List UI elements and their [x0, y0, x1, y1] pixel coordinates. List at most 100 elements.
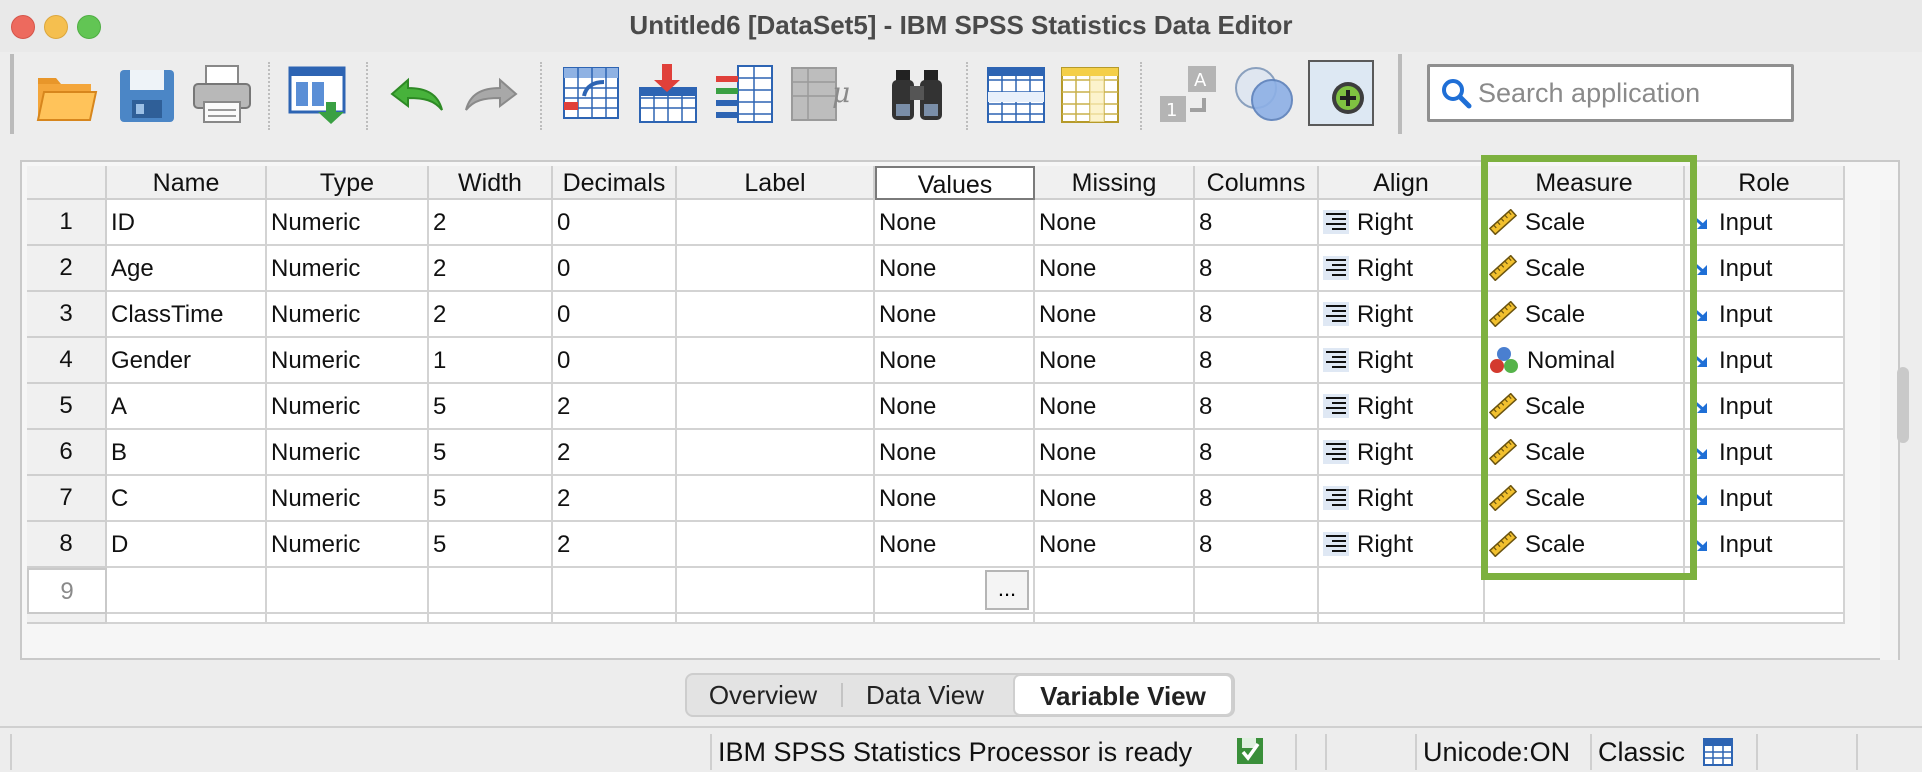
cell-name[interactable]: Gender: [107, 338, 267, 384]
cell-name[interactable]: Age: [107, 246, 267, 292]
cell-name[interactable]: B: [107, 430, 267, 476]
tab-overview[interactable]: Overview: [689, 675, 837, 715]
column-header-missing[interactable]: Missing: [1035, 166, 1195, 200]
values-ellipsis-button[interactable]: ...: [985, 570, 1029, 610]
cell-label[interactable]: [677, 292, 875, 338]
empty-cell-missing[interactable]: [1035, 568, 1195, 614]
column-header-name[interactable]: Name: [107, 166, 267, 200]
save-icon[interactable]: [116, 62, 180, 126]
row-number[interactable]: 7: [27, 476, 107, 522]
column-header-values[interactable]: Values: [875, 166, 1035, 200]
cell-align[interactable]: Right: [1319, 246, 1485, 292]
column-header-type[interactable]: Type: [267, 166, 429, 200]
search-input[interactable]: [1478, 75, 1778, 111]
cell-align[interactable]: Right: [1319, 430, 1485, 476]
row-number[interactable]: 5: [27, 384, 107, 430]
column-header-columns[interactable]: Columns: [1195, 166, 1319, 200]
cell-missing[interactable]: None: [1035, 292, 1195, 338]
cell-type[interactable]: Numeric: [267, 476, 429, 522]
column-header-decimals[interactable]: Decimals: [553, 166, 677, 200]
cell-measure[interactable]: Scale: [1485, 246, 1685, 292]
cell-values[interactable]: None: [875, 384, 1035, 430]
cell-width[interactable]: 2: [429, 200, 553, 246]
cell-width[interactable]: 5: [429, 384, 553, 430]
cell-decimals[interactable]: 0: [553, 246, 677, 292]
cell-missing[interactable]: None: [1035, 200, 1195, 246]
cell-values[interactable]: None: [875, 338, 1035, 384]
insert-cases-icon[interactable]: [984, 62, 1048, 126]
goto-case-icon[interactable]: [560, 62, 624, 126]
cell-measure[interactable]: Nominal: [1485, 338, 1685, 384]
redo-icon[interactable]: [460, 62, 524, 126]
cell-name[interactable]: ClassTime: [107, 292, 267, 338]
cell-columns[interactable]: 8: [1195, 384, 1319, 430]
cell-role[interactable]: Input: [1685, 384, 1845, 430]
cell-label[interactable]: [677, 476, 875, 522]
empty-cell-align[interactable]: [1319, 568, 1485, 614]
cell-decimals[interactable]: 2: [553, 476, 677, 522]
tab-data-view[interactable]: Data View: [845, 675, 1005, 715]
cell-type[interactable]: Numeric: [267, 200, 429, 246]
cell-decimals[interactable]: 0: [553, 200, 677, 246]
cell-decimals[interactable]: 0: [553, 338, 677, 384]
cell-decimals[interactable]: 0: [553, 292, 677, 338]
cell-columns[interactable]: 8: [1195, 246, 1319, 292]
row-number[interactable]: 3: [27, 292, 107, 338]
cell-measure[interactable]: Scale: [1485, 292, 1685, 338]
cell-role[interactable]: Input: [1685, 200, 1845, 246]
print-icon[interactable]: [190, 62, 254, 126]
cell-measure[interactable]: Scale: [1485, 522, 1685, 568]
cell-width[interactable]: 2: [429, 246, 553, 292]
cell-name[interactable]: ID: [107, 200, 267, 246]
cell-width[interactable]: 5: [429, 430, 553, 476]
column-header-align[interactable]: Align: [1319, 166, 1485, 200]
cell-values[interactable]: None: [875, 430, 1035, 476]
cell-align[interactable]: Right: [1319, 476, 1485, 522]
vertical-scrollbar-thumb[interactable]: [1897, 367, 1909, 443]
cell-width[interactable]: 5: [429, 522, 553, 568]
cell-values[interactable]: None: [875, 476, 1035, 522]
cell-values[interactable]: None: [875, 246, 1035, 292]
empty-cell-measure[interactable]: [1485, 568, 1685, 614]
cell-decimals[interactable]: 2: [553, 430, 677, 476]
empty-cell-label[interactable]: [677, 568, 875, 614]
cell-values[interactable]: None: [875, 292, 1035, 338]
cell-columns[interactable]: 8: [1195, 292, 1319, 338]
cell-measure[interactable]: Scale: [1485, 200, 1685, 246]
select-cases-icon[interactable]: [1232, 62, 1296, 126]
column-header-role[interactable]: Role: [1685, 166, 1845, 200]
open-folder-icon[interactable]: [34, 62, 98, 126]
cell-columns[interactable]: 8: [1195, 430, 1319, 476]
cell-decimals[interactable]: 2: [553, 522, 677, 568]
row-number[interactable]: 4: [27, 338, 107, 384]
cell-measure[interactable]: Scale: [1485, 476, 1685, 522]
cell-columns[interactable]: 8: [1195, 338, 1319, 384]
empty-cell-decimals[interactable]: [553, 568, 677, 614]
cell-missing[interactable]: None: [1035, 522, 1195, 568]
value-labels-button[interactable]: [1308, 60, 1374, 126]
cell-align[interactable]: Right: [1319, 522, 1485, 568]
row-number[interactable]: 1: [27, 200, 107, 246]
cell-type[interactable]: Numeric: [267, 338, 429, 384]
cell-missing[interactable]: None: [1035, 476, 1195, 522]
cell-role[interactable]: Input: [1685, 338, 1845, 384]
vertical-scrollbar-track[interactable]: [1880, 200, 1898, 660]
cell-name[interactable]: D: [107, 522, 267, 568]
cell-width[interactable]: 1: [429, 338, 553, 384]
cell-missing[interactable]: None: [1035, 338, 1195, 384]
cell-label[interactable]: [677, 338, 875, 384]
cell-width[interactable]: 2: [429, 292, 553, 338]
cell-type[interactable]: Numeric: [267, 430, 429, 476]
cell-align[interactable]: Right: [1319, 292, 1485, 338]
cell-values[interactable]: None: [875, 200, 1035, 246]
cell-columns[interactable]: 8: [1195, 200, 1319, 246]
cell-label[interactable]: [677, 246, 875, 292]
cell-role[interactable]: Input: [1685, 246, 1845, 292]
cell-values[interactable]: None: [875, 522, 1035, 568]
cell-type[interactable]: Numeric: [267, 522, 429, 568]
row-number[interactable]: 2: [27, 246, 107, 292]
row-number[interactable]: 8: [27, 522, 107, 568]
split-file-icon[interactable]: A 1: [1156, 62, 1220, 126]
row-number-empty[interactable]: 9: [27, 568, 107, 614]
cell-name[interactable]: C: [107, 476, 267, 522]
